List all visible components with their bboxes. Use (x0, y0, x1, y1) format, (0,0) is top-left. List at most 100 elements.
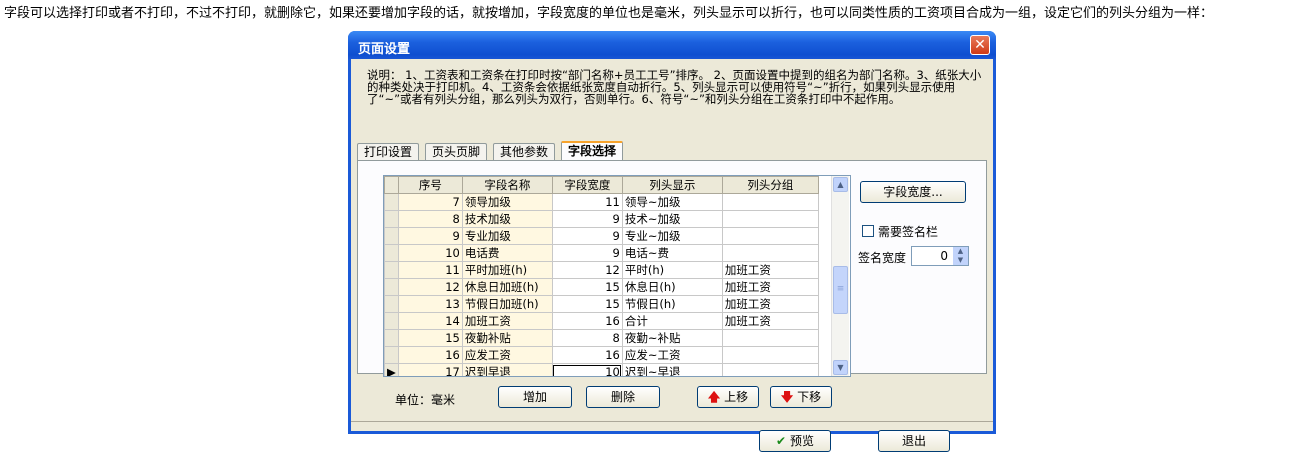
column-header-name[interactable]: 字段名称 (461, 176, 553, 194)
column-header-group[interactable]: 列头分组 (721, 176, 819, 194)
table-header-row: 序号 字段名称 字段宽度 列头显示 列头分组 (384, 176, 819, 194)
table-row[interactable]: 12 休息日加班(h) 15 休息日(h) 加班工资 (384, 278, 819, 296)
cell-header[interactable]: 节假日(h) (621, 295, 723, 313)
cell-width[interactable]: 15 (551, 295, 623, 313)
row-indicator[interactable] (384, 295, 399, 313)
cell-header[interactable]: 技术~加级 (621, 210, 723, 228)
cell-width-editing[interactable]: 10 (551, 363, 623, 376)
cell-group[interactable] (721, 227, 819, 245)
cell-width[interactable]: 9 (551, 227, 623, 245)
scroll-down-icon[interactable]: ▼ (833, 360, 848, 375)
cell-name[interactable]: 迟到早退 (461, 363, 553, 376)
cell-header[interactable]: 合计 (621, 312, 723, 330)
column-header-display[interactable]: 列头显示 (621, 176, 723, 194)
cell-width[interactable]: 8 (551, 329, 623, 347)
cell-group[interactable]: 加班工资 (721, 261, 819, 279)
row-indicator[interactable] (384, 261, 399, 279)
cell-name[interactable]: 应发工资 (461, 346, 553, 364)
table-row[interactable]: 8 技术加级 9 技术~加级 (384, 210, 819, 228)
cell-width[interactable]: 11 (551, 193, 623, 211)
cell-name[interactable]: 平时加班(h) (461, 261, 553, 279)
cell-header[interactable]: 应发~工资 (621, 346, 723, 364)
row-indicator[interactable] (384, 329, 399, 347)
cell-name[interactable]: 节假日加班(h) (461, 295, 553, 313)
signature-width-spinner[interactable]: 0 ▲ ▼ (911, 246, 969, 266)
cell-name[interactable]: 休息日加班(h) (461, 278, 553, 296)
field-width-button[interactable]: 字段宽度... (860, 181, 966, 203)
column-header-width[interactable]: 字段宽度 (551, 176, 623, 194)
cell-header[interactable]: 夜勤~补贴 (621, 329, 723, 347)
table-row-current[interactable]: ▶ 17 迟到早退 10 迟到~早退 (384, 363, 819, 376)
cell-width[interactable]: 12 (551, 261, 623, 279)
table-row[interactable]: 9 专业加级 9 专业~加级 (384, 227, 819, 245)
cell-group[interactable]: 加班工资 (721, 312, 819, 330)
exit-button[interactable]: 退出 (878, 430, 950, 452)
move-down-button[interactable]: 🡇 下移 (770, 386, 832, 408)
row-indicator[interactable] (384, 346, 399, 364)
cell-name[interactable]: 夜勤补贴 (461, 329, 553, 347)
cell-no: 12 (397, 278, 463, 296)
cell-no: 9 (397, 227, 463, 245)
cell-no: 8 (397, 210, 463, 228)
cell-name[interactable]: 技术加级 (461, 210, 553, 228)
signature-width-value[interactable]: 0 (940, 249, 948, 263)
cell-group[interactable] (721, 193, 819, 211)
cell-width[interactable]: 16 (551, 346, 623, 364)
cell-group[interactable]: 加班工资 (721, 295, 819, 313)
table-row[interactable]: 11 平时加班(h) 12 平时(h) 加班工资 (384, 261, 819, 279)
cell-header[interactable]: 电话~费 (621, 244, 723, 262)
cell-group[interactable]: 加班工资 (721, 278, 819, 296)
unit-label: 单位：毫米 (395, 393, 456, 407)
current-row-indicator[interactable]: ▶ (384, 363, 399, 376)
table-row[interactable]: 16 应发工资 16 应发~工资 (384, 346, 819, 364)
cell-width[interactable]: 9 (551, 210, 623, 228)
cell-name[interactable]: 加班工资 (461, 312, 553, 330)
cell-name[interactable]: 领导加级 (461, 193, 553, 211)
cell-width[interactable]: 15 (551, 278, 623, 296)
cell-group[interactable] (721, 346, 819, 364)
cell-group[interactable] (721, 210, 819, 228)
table-row[interactable]: 14 加班工资 16 合计 加班工资 (384, 312, 819, 330)
table-row[interactable]: 7 领导加级 11 领导~加级 (384, 193, 819, 211)
row-indicator[interactable] (384, 278, 399, 296)
preview-button[interactable]: ✔ 预览 (759, 430, 831, 452)
cell-group[interactable] (721, 329, 819, 347)
need-signature-checkbox[interactable] (862, 225, 874, 237)
table-row[interactable]: 13 节假日加班(h) 15 节假日(h) 加班工资 (384, 295, 819, 313)
cell-width[interactable]: 9 (551, 244, 623, 262)
tab-header-footer[interactable]: 页头页脚 (425, 143, 488, 160)
cell-group[interactable] (721, 363, 819, 376)
cell-header[interactable]: 平时(h) (621, 261, 723, 279)
scroll-thumb[interactable]: ≡ (833, 266, 848, 314)
row-indicator[interactable] (384, 244, 399, 262)
tab-field-selection[interactable]: 字段选择 (561, 141, 624, 162)
intro-text: 字段可以选择打印或者不打印，不过不打印，就删除它，如果还要增加字段的话，就按增加… (4, 6, 1214, 21)
add-button[interactable]: 增加 (498, 386, 572, 408)
row-indicator[interactable] (384, 227, 399, 245)
row-indicator[interactable] (384, 210, 399, 228)
cell-group[interactable] (721, 244, 819, 262)
close-button[interactable]: ✕ (970, 35, 990, 55)
row-indicator[interactable] (384, 193, 399, 211)
table-row[interactable]: 15 夜勤补贴 8 夜勤~补贴 (384, 329, 819, 347)
cell-header[interactable]: 领导~加级 (621, 193, 723, 211)
row-indicator[interactable] (384, 312, 399, 330)
tab-print-settings[interactable]: 打印设置 (357, 143, 420, 160)
cell-header[interactable]: 休息日(h) (621, 278, 723, 296)
table-row[interactable]: 10 电话费 9 电话~费 (384, 244, 819, 262)
cell-header[interactable]: 专业~加级 (621, 227, 723, 245)
spinner-arrows-icon[interactable]: ▲ ▼ (953, 247, 968, 265)
delete-button[interactable]: 删除 (586, 386, 660, 408)
title-bar[interactable]: 页面设置 ✕ (348, 31, 996, 59)
scroll-up-icon[interactable]: ▲ (833, 177, 848, 192)
cell-name[interactable]: 专业加级 (461, 227, 553, 245)
cell-header[interactable]: 迟到~早退 (621, 363, 723, 376)
cell-width[interactable]: 16 (551, 312, 623, 330)
grid-vertical-scrollbar[interactable]: ▲ ≡ ▼ (831, 176, 849, 376)
move-up-button[interactable]: 🡅 上移 (697, 386, 759, 408)
field-grid[interactable]: 序号 字段名称 字段宽度 列头显示 列头分组 7 领导加级 11 领导~加级 8… (383, 175, 851, 377)
move-up-label: 上移 (724, 390, 749, 404)
column-header-no[interactable]: 序号 (397, 176, 463, 194)
cell-name[interactable]: 电话费 (461, 244, 553, 262)
tab-other-params[interactable]: 其他参数 (493, 143, 556, 160)
